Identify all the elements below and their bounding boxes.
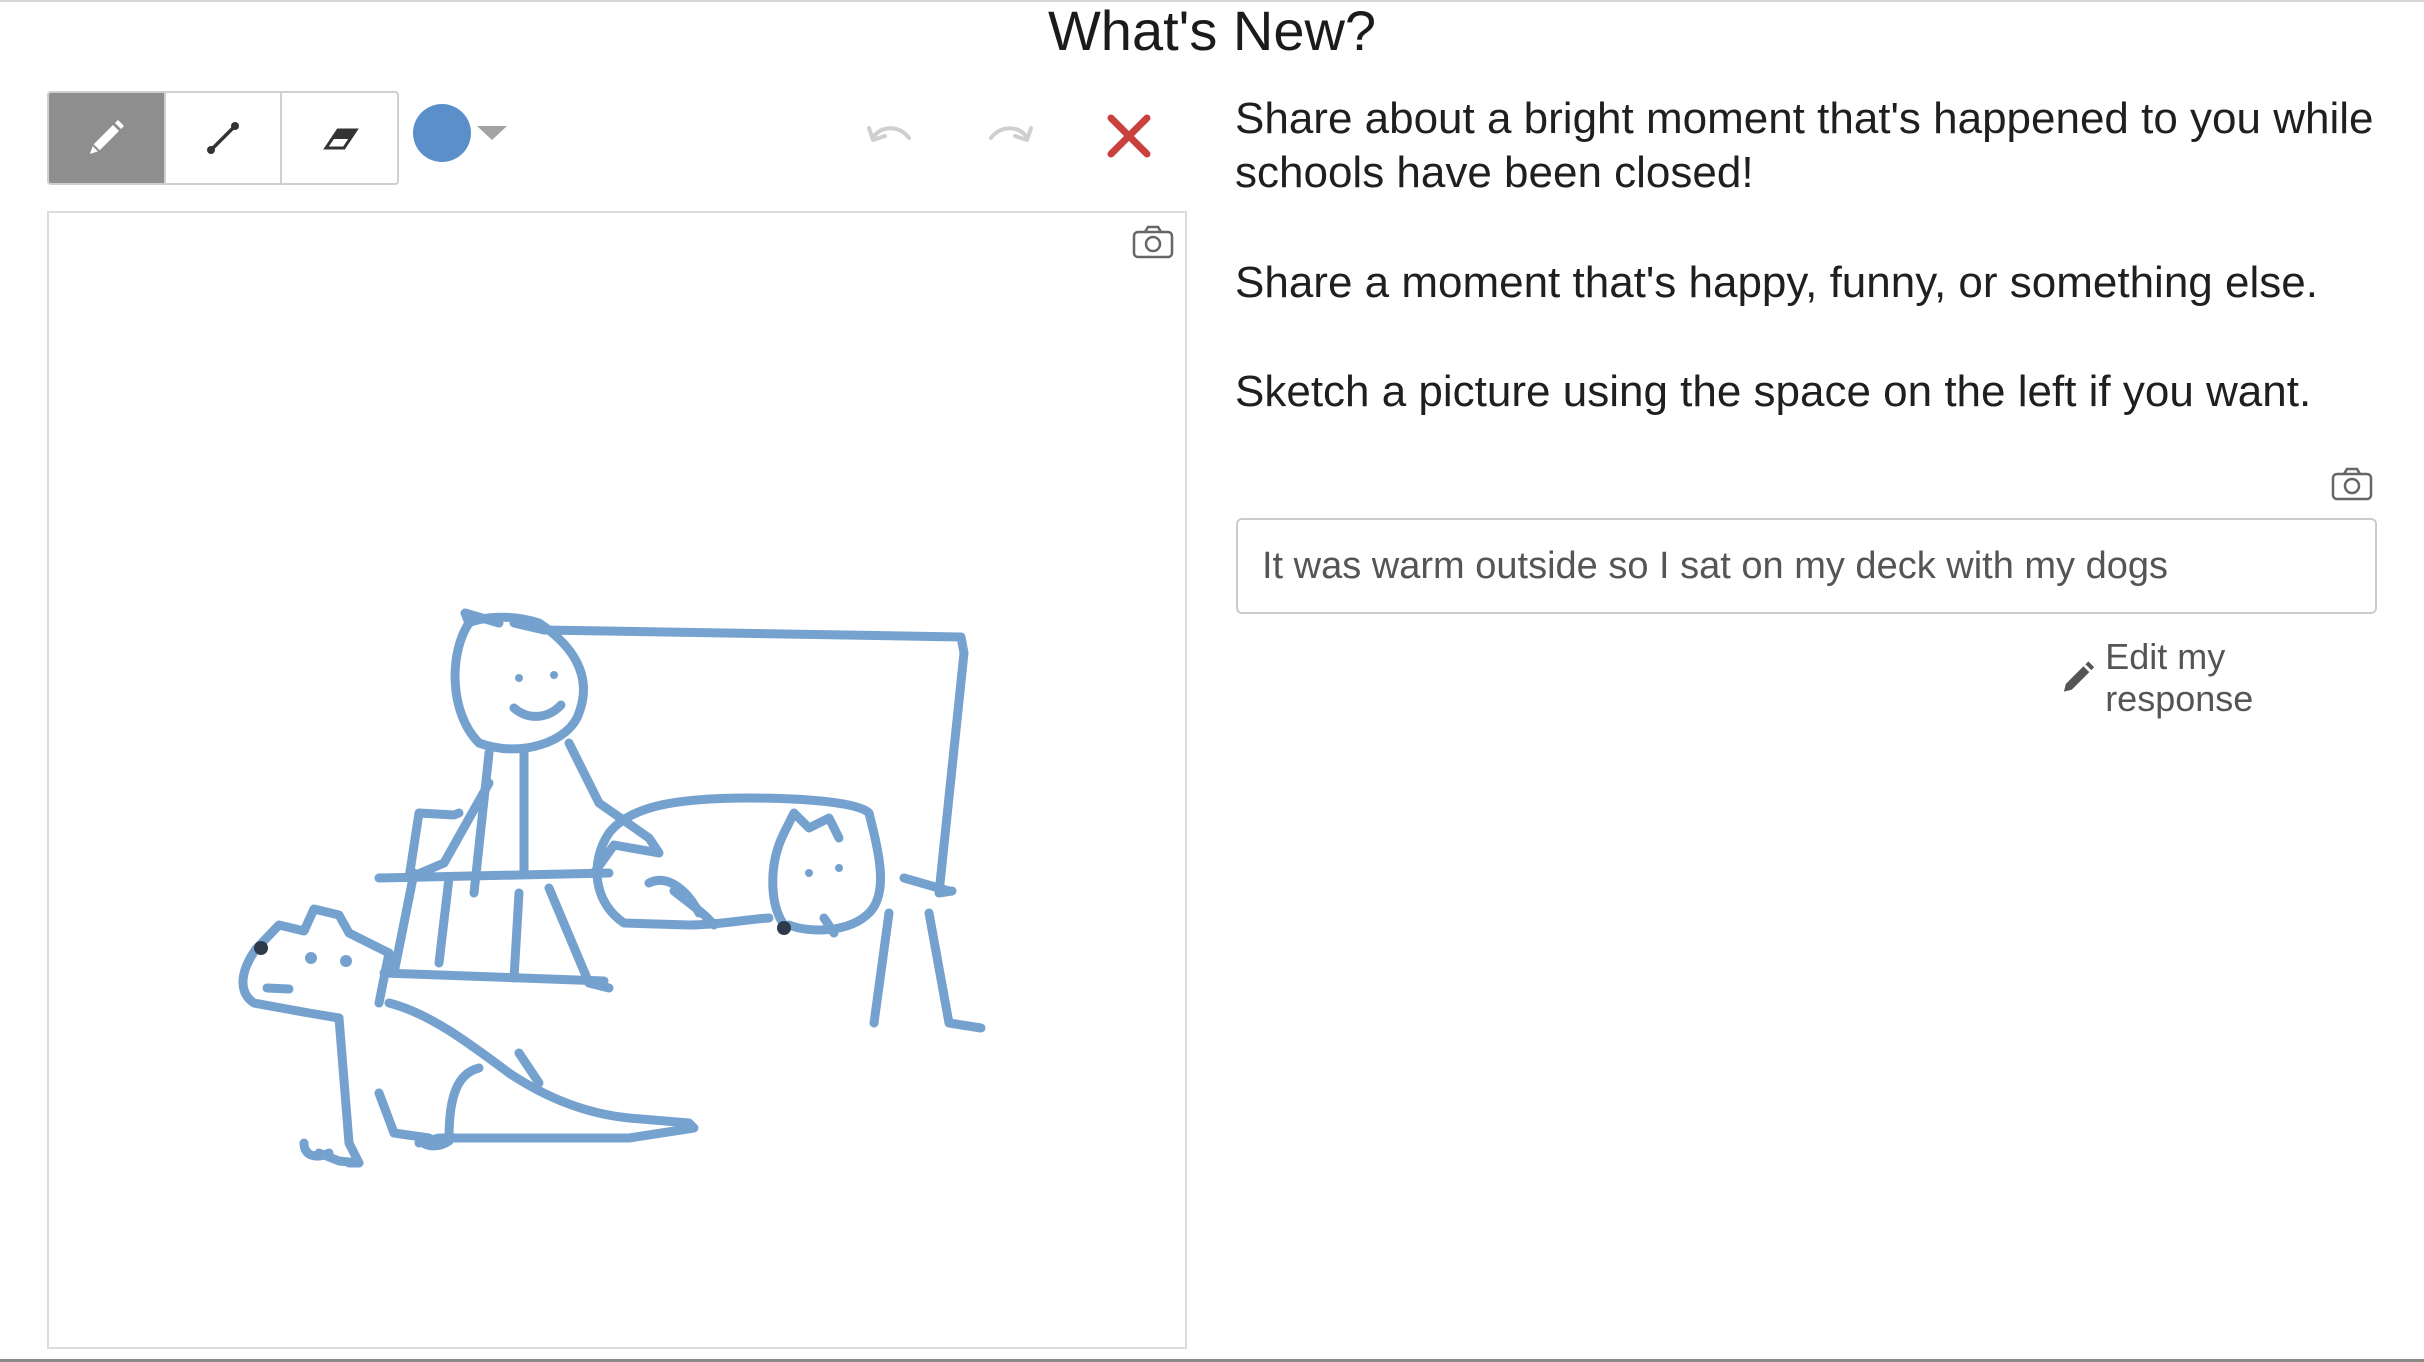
page-title: What's New? bbox=[1047, 0, 1377, 62]
drawing-tool-group bbox=[47, 91, 399, 185]
color-swatch bbox=[413, 104, 471, 162]
redo-icon bbox=[989, 126, 1033, 142]
edit-response-link[interactable]: Edit my response bbox=[2060, 636, 2377, 720]
prompt-paragraph-3: Sketch a picture using the space on the … bbox=[1235, 367, 2312, 416]
response-field[interactable]: It was warm outside so I sat on my deck … bbox=[1236, 518, 2377, 614]
response-text: It was warm outside so I sat on my deck … bbox=[1262, 544, 2169, 587]
undo-button[interactable] bbox=[856, 101, 926, 171]
prompt-paragraph-2: Share a moment that's happy, funny, or s… bbox=[1235, 258, 2318, 307]
line-icon bbox=[207, 122, 239, 154]
close-icon bbox=[1107, 114, 1151, 158]
pencil-icon bbox=[2063, 661, 2095, 692]
undo-icon bbox=[867, 126, 911, 142]
clear-canvas-button[interactable] bbox=[1094, 101, 1164, 171]
sketch-drawing bbox=[238, 608, 986, 1168]
prompt-paragraph-1: Share about a bright moment that's happe… bbox=[1235, 94, 2374, 197]
color-picker[interactable] bbox=[413, 101, 513, 165]
eraser-icon bbox=[322, 128, 359, 150]
line-tool-button[interactable] bbox=[166, 93, 283, 183]
pencil-icon bbox=[90, 120, 125, 154]
pencil-tool-button[interactable] bbox=[49, 93, 166, 183]
edit-response-label: Edit my response bbox=[2105, 636, 2254, 719]
drawing-canvas[interactable] bbox=[47, 211, 1187, 1349]
camera-icon[interactable] bbox=[2331, 467, 2373, 506]
eraser-tool-button[interactable] bbox=[282, 93, 397, 183]
redo-button[interactable] bbox=[974, 101, 1044, 171]
chevron-down-icon bbox=[477, 126, 507, 140]
